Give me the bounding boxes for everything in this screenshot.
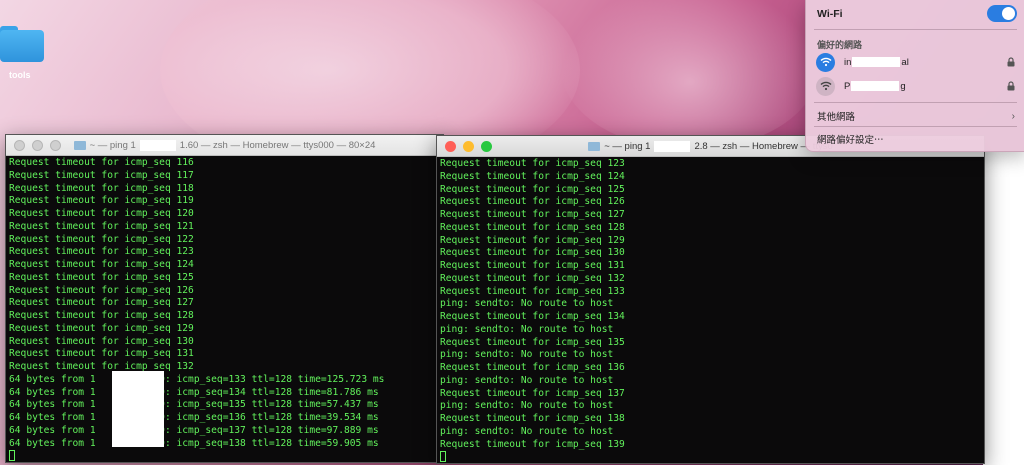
terminal-window-1[interactable]: ~ — ping 1 1.60 — zsh — Homebrew — ttys00…	[5, 134, 444, 463]
terminal-line: Request timeout for icmp_seq 125	[9, 271, 194, 283]
terminal-line: Request timeout for icmp_seq 126	[440, 196, 625, 208]
terminal-line: Request timeout for icmp_seq 131	[9, 348, 194, 360]
terminal-line: Request timeout for icmp_seq 123	[9, 246, 194, 258]
terminal-1-title: ~ — ping 1 1.60 — zsh — Homebrew — ttys00…	[6, 139, 443, 151]
terminal-line: Request timeout for icmp_seq 129	[9, 322, 194, 334]
terminal-line: ping: sendto: No route to host	[440, 374, 614, 386]
terminal-line: ping: sendto: No route to host	[440, 425, 614, 437]
network-name: in al	[844, 56, 909, 68]
terminal-2-output[interactable]: Request timeout for icmp_seq 123 Request …	[440, 158, 984, 463]
preferred-networks-title: 偏好的網路	[817, 40, 863, 50]
terminal-line: Request timeout for icmp_seq 130	[9, 335, 194, 347]
terminal-line: ping: sendto: No route to host	[440, 349, 614, 361]
terminal-line: Request timeout for icmp_seq 128	[440, 221, 625, 233]
terminal-line: Request timeout for icmp_seq 120	[9, 208, 194, 219]
terminal-line: ping: sendto: No route to host	[440, 298, 614, 310]
network-item-1[interactable]: in al	[816, 51, 1015, 73]
terminal-line: Request timeout for icmp_seq 135	[440, 336, 625, 348]
tools-folder-icon[interactable]	[0, 24, 44, 64]
terminal-line: 64 bytes from 1 1.60: icmp_seq=133 ttl=1…	[9, 373, 385, 385]
terminal-line: Request timeout for icmp_seq 127	[9, 297, 194, 309]
redaction	[654, 140, 691, 152]
terminal-1-output[interactable]: Request timeout for icmp_seq 116 Request …	[9, 157, 443, 462]
terminal-line: Request timeout for icmp_seq 123	[440, 158, 625, 169]
terminal-line: ping: sendto: No route to host	[440, 323, 614, 335]
terminal-line: Request timeout for icmp_seq 132	[9, 361, 194, 372]
terminal-line: Request timeout for icmp_seq 139	[440, 438, 625, 450]
terminal-line: Request timeout for icmp_seq 134	[440, 311, 625, 322]
divider	[814, 102, 1017, 103]
terminal-line: Request timeout for icmp_seq 124	[9, 259, 194, 270]
wifi-title: Wi-Fi	[817, 8, 843, 20]
terminal-prompt[interactable]	[9, 450, 443, 462]
terminal-line: Request timeout for icmp_seq 127	[440, 209, 625, 220]
cursor	[9, 450, 15, 462]
ip-redaction	[112, 371, 164, 447]
terminal-window-2[interactable]: ~ — ping 1 2.8 — zsh — Homebrew — ttys0 R…	[436, 135, 985, 464]
folder-icon	[73, 140, 86, 150]
lock-icon	[1007, 81, 1015, 91]
terminal-line: Request timeout for icmp_seq 126	[9, 284, 194, 296]
terminal-prompt[interactable]	[440, 451, 984, 463]
tools-folder-label[interactable]: tools	[9, 70, 31, 80]
network-preferences-item[interactable]: 網路偏好設定⋯	[817, 132, 1015, 146]
terminal-line: 64 bytes from 1 1.60: icmp_seq=136 ttl=1…	[9, 412, 379, 423]
terminal-line: Request timeout for icmp_seq 124	[440, 170, 625, 182]
terminal-line: Request timeout for icmp_seq 129	[440, 234, 625, 246]
divider	[814, 29, 1017, 30]
terminal-line: 64 bytes from 1 1.60: icmp_seq=135 ttl=1…	[9, 399, 379, 411]
chevron-right-icon: ›	[1011, 110, 1015, 122]
wallpaper-highlight-2	[560, 0, 820, 150]
wifi-icon	[816, 52, 835, 72]
wifi-icon	[816, 76, 835, 96]
network-name: Pg	[844, 80, 906, 92]
cursor	[440, 451, 446, 463]
terminal-line: ping: sendto: No route to host	[440, 400, 614, 412]
other-networks-item[interactable]: 其他網路 ›	[817, 109, 1015, 124]
terminal-line: Request timeout for icmp_seq 125	[440, 183, 625, 195]
folder-icon	[588, 141, 601, 151]
divider	[814, 126, 1017, 127]
terminal-line: Request timeout for icmp_seq 133	[440, 285, 625, 297]
redaction	[139, 139, 176, 151]
terminal-line: Request timeout for icmp_seq 128	[9, 310, 194, 321]
terminal-line: Request timeout for icmp_seq 130	[440, 247, 625, 259]
terminal-line: Request timeout for icmp_seq 137	[440, 387, 625, 399]
terminal-line: Request timeout for icmp_seq 131	[440, 260, 625, 271]
terminal-line: Request timeout for icmp_seq 117	[9, 169, 194, 181]
terminal-line: Request timeout for icmp_seq 136	[440, 362, 625, 373]
terminal-line: 64 bytes from 1 1.60: icmp_seq=134 ttl=1…	[9, 386, 379, 398]
terminal-line: Request timeout for icmp_seq 116	[9, 157, 194, 168]
terminal-line: Request timeout for icmp_seq 119	[9, 195, 194, 207]
background-window-strip	[983, 151, 1024, 465]
wifi-toggle[interactable]	[987, 5, 1017, 22]
terminal-line: Request timeout for icmp_seq 138	[440, 413, 625, 424]
terminal-line: Request timeout for icmp_seq 132	[440, 272, 625, 284]
terminal-line: 64 bytes from 1 1.60: icmp_seq=137 ttl=1…	[9, 424, 379, 436]
terminal-line: Request timeout for icmp_seq 121	[9, 220, 194, 232]
terminal-line: Request timeout for icmp_seq 122	[9, 233, 194, 245]
network-item-2[interactable]: Pg	[816, 75, 1015, 97]
lock-icon	[1007, 57, 1015, 67]
terminal-1-titlebar[interactable]: ~ — ping 1 1.60 — zsh — Homebrew — ttys00…	[6, 135, 443, 156]
terminal-line: 64 bytes from 1 1.60: icmp_seq=138 ttl=1…	[9, 437, 379, 449]
wifi-menu: Wi-Fi 偏好的網路 in al Pg 其他網路 › 網路偏好設定⋯	[805, 0, 1024, 152]
terminal-line: Request timeout for icmp_seq 118	[9, 182, 194, 194]
